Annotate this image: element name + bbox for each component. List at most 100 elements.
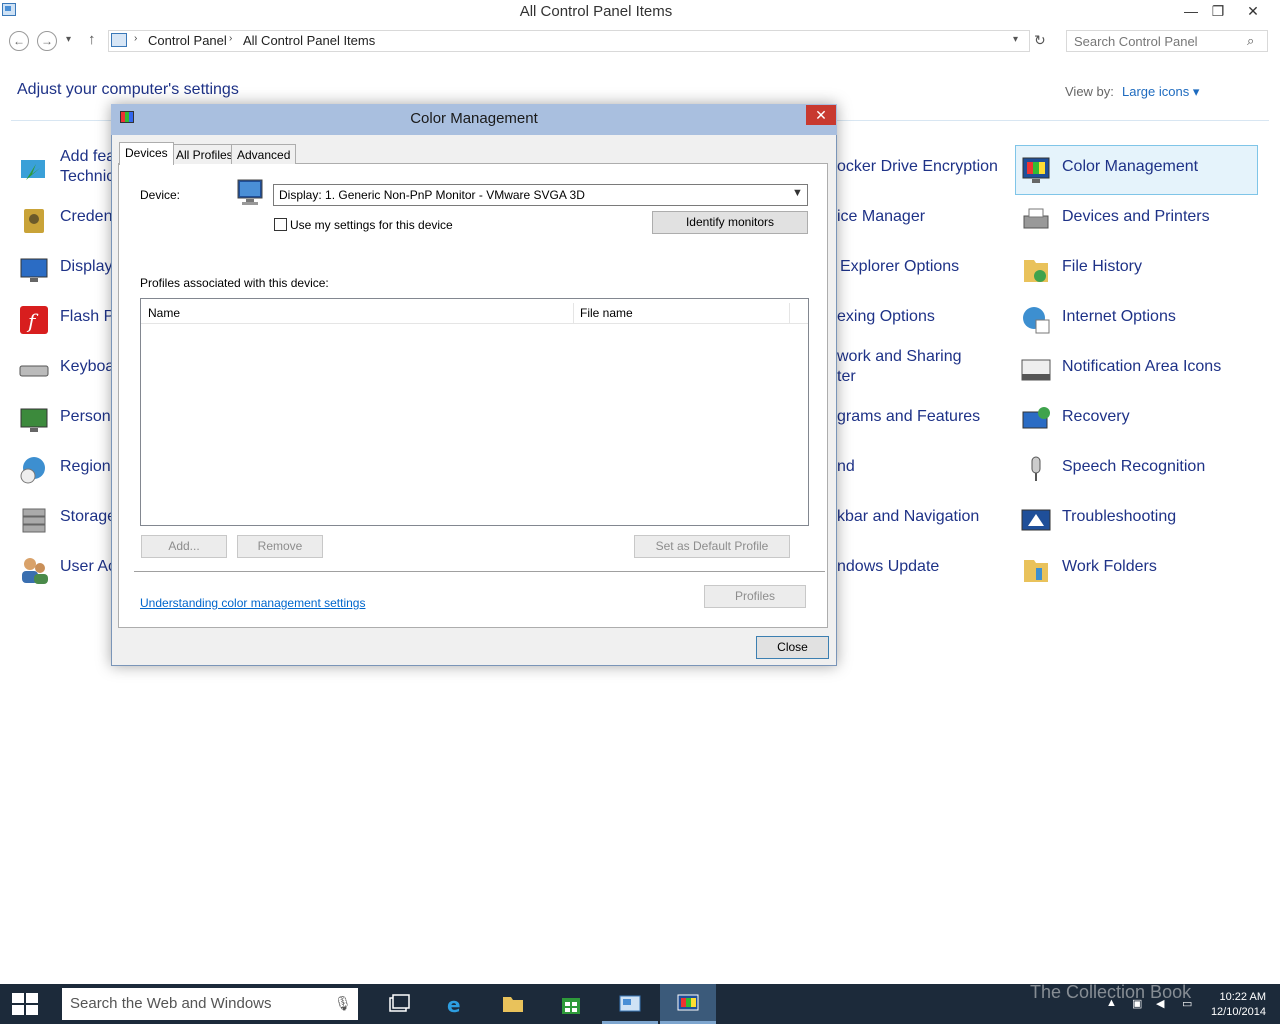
recovery-icon	[1022, 407, 1050, 429]
taskbar-color-management[interactable]	[660, 984, 716, 1024]
control-panel-location-icon	[111, 33, 127, 47]
tab-all-profiles[interactable]: All Profiles	[170, 144, 239, 164]
windows-logo-icon	[12, 1005, 24, 1015]
search-control-panel-input[interactable]: Search Control Panel	[1066, 30, 1268, 52]
clock-time: 10:22 AM	[1219, 991, 1266, 1003]
globe-clock-icon	[20, 457, 45, 484]
column-divider[interactable]	[789, 303, 790, 323]
breadcrumb-all-items[interactable]: All Control Panel Items	[243, 33, 375, 48]
microphone-icon	[1031, 456, 1041, 481]
column-divider[interactable]	[573, 303, 574, 323]
identify-monitors-button[interactable]: Identify monitors	[652, 211, 808, 234]
internet-options-icon	[1023, 307, 1050, 334]
cp-item-label: Keyboa	[60, 358, 115, 375]
refresh-icon[interactable]: ↻	[1034, 32, 1046, 49]
add-profile-button[interactable]: Add...	[141, 535, 227, 558]
color-management-help-link[interactable]: Understanding color management settings	[140, 596, 365, 610]
dialog-close-icon[interactable]: ✕	[806, 105, 836, 125]
chevron-down-icon[interactable]: ▼	[792, 187, 803, 199]
dialog-title: Color Management	[410, 110, 538, 127]
flash-player-icon: f	[20, 306, 48, 334]
cp-item-label-line2: Technic	[60, 168, 115, 185]
close-window-button[interactable]: ✕	[1238, 0, 1268, 22]
profiles-list[interactable]	[140, 298, 809, 526]
restore-button[interactable]: ❐	[1204, 0, 1232, 22]
breadcrumb-control-panel[interactable]: Control Panel	[148, 33, 227, 48]
search-icon[interactable]: ⌕	[1247, 33, 1254, 49]
use-my-settings-label[interactable]: Use my settings for this device	[290, 218, 453, 232]
cp-item-label: work and Sharing	[837, 348, 962, 365]
taskbar-store[interactable]	[543, 984, 599, 1024]
breadcrumb-separator-icon[interactable]: ›	[229, 33, 232, 44]
show-hidden-icons-icon[interactable]: ▲	[1106, 997, 1117, 1009]
tab-devices[interactable]: Devices	[119, 142, 174, 165]
cp-item-label: Explorer Options	[840, 258, 960, 275]
action-center-icon[interactable]: ▭	[1182, 997, 1192, 1010]
forward-button[interactable]: →	[37, 31, 57, 51]
color-management-icon	[677, 994, 699, 1011]
task-view-button[interactable]	[371, 984, 427, 1024]
page-heading: Adjust your computer's settings	[17, 81, 239, 98]
taskbar-control-panel[interactable]	[602, 984, 658, 1024]
minimize-button[interactable]: —	[1177, 0, 1205, 22]
taskbar-file-explorer[interactable]	[485, 984, 541, 1024]
windows-logo-icon	[12, 993, 24, 1003]
cp-item-label: exing Options	[837, 308, 935, 325]
monitor-icon	[237, 179, 263, 205]
view-by-label: View by:	[1065, 84, 1114, 99]
microphone-icon[interactable]: 🎙	[334, 995, 352, 1012]
color-management-icon	[1022, 157, 1050, 183]
cp-item-label: Add fea	[60, 148, 116, 165]
cp-item-label: Person	[60, 408, 111, 425]
user-accounts-icon	[22, 558, 48, 584]
cp-item-label: Devices and Printers	[1062, 208, 1210, 225]
view-by-dropdown[interactable]: Large icons ▾	[1122, 84, 1199, 100]
cp-item-label: Work Folders	[1062, 558, 1157, 575]
keyboard-icon	[19, 365, 49, 377]
use-my-settings-checkbox[interactable]	[274, 218, 287, 231]
column-header-name[interactable]: Name	[148, 306, 180, 320]
device-select[interactable]: Display: 1. Generic Non-PnP Monitor - VM…	[273, 184, 808, 206]
cp-item-label: Recovery	[1062, 408, 1130, 425]
network-icon[interactable]: ▣	[1132, 997, 1142, 1010]
svg-text:e: e	[447, 993, 461, 1015]
breadcrumb-separator-icon[interactable]: ›	[134, 33, 137, 44]
set-default-profile-button[interactable]: Set as Default Profile	[634, 535, 790, 558]
volume-icon[interactable]: ◀	[1156, 997, 1164, 1010]
cp-item-label: grams and Features	[837, 408, 981, 425]
taskbar-internet-explorer[interactable]: e	[428, 984, 484, 1024]
credential-manager-icon	[24, 209, 44, 233]
address-dropdown-icon[interactable]: ▾	[1013, 34, 1018, 45]
up-arrow-icon[interactable]: ↑	[88, 31, 96, 48]
profiles-associated-label: Profiles associated with this device:	[140, 276, 329, 290]
cp-item-label: Speech Recognition	[1062, 458, 1206, 475]
window-title: All Control Panel Items	[519, 3, 673, 20]
personalization-icon	[20, 408, 48, 432]
cp-item-label: Internet Options	[1062, 308, 1176, 325]
cp-item-label-line2: ter	[837, 368, 856, 385]
divider	[134, 571, 825, 572]
cp-item-label: Color Management	[1062, 158, 1199, 175]
close-button[interactable]: Close	[756, 636, 829, 659]
taskbar-search-input[interactable]: Search the Web and Windows	[62, 988, 358, 1020]
taskbar-clock[interactable]: 10:22 AM 12/10/2014	[1204, 990, 1266, 1020]
cp-item-label: Display	[60, 258, 113, 275]
back-button[interactable]: ←	[9, 31, 29, 51]
cp-item-label: ice Manager	[837, 208, 926, 225]
cp-item-label: kbar and Navigation	[837, 508, 980, 525]
tab-advanced[interactable]: Advanced	[231, 144, 297, 164]
storage-spaces-icon	[22, 508, 46, 533]
clock-date: 12/10/2014	[1210, 1006, 1266, 1018]
recent-locations-chevron-icon[interactable]: ▾	[66, 34, 71, 45]
cp-item-label: Region	[60, 458, 111, 475]
profiles-button[interactable]: Profiles	[704, 585, 806, 608]
profiles-list-header	[141, 299, 808, 324]
cp-item-label: Troubleshooting	[1062, 508, 1177, 525]
column-header-file-name[interactable]: File name	[580, 306, 633, 320]
start-button[interactable]	[12, 993, 38, 1015]
cp-item-label: ndows Update	[837, 558, 940, 575]
control-panel-icon	[619, 995, 641, 1012]
cp-item-label: User Ac	[60, 558, 117, 575]
device-label: Device:	[140, 188, 181, 202]
remove-profile-button[interactable]: Remove	[237, 535, 323, 558]
